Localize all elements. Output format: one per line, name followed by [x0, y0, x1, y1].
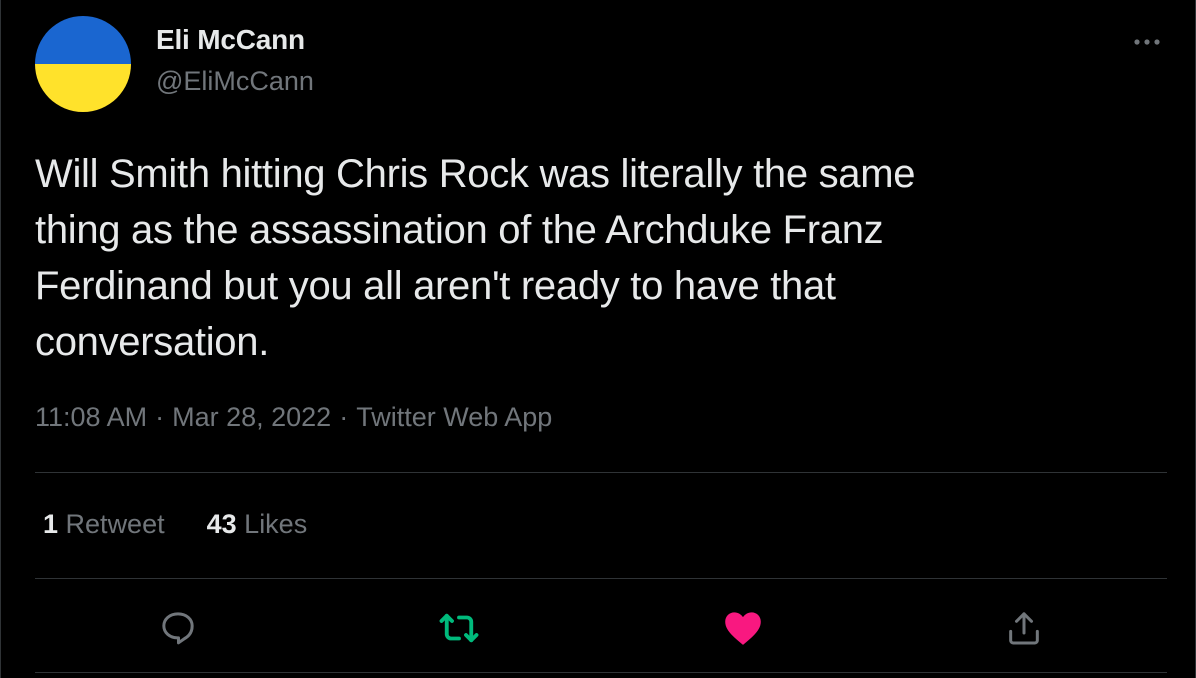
reply-icon: [162, 612, 194, 645]
like-button[interactable]: [719, 604, 767, 652]
tweet-source[interactable]: Twitter Web App: [356, 402, 552, 433]
heart-icon: [725, 612, 761, 645]
author-display-name[interactable]: Eli McCann: [156, 24, 305, 56]
author-handle[interactable]: @EliMcCann: [156, 66, 314, 97]
retweets-count: 1: [43, 509, 59, 539]
tweet-time[interactable]: 11:08 AM: [35, 402, 147, 433]
retweet-icon: [439, 613, 479, 643]
avatar[interactable]: [35, 16, 131, 112]
tweet-date[interactable]: Mar 28, 2022: [172, 402, 331, 433]
meta-separator: ·: [339, 402, 349, 432]
tweet-card: Eli McCann @EliMcCann Will Smith hitting…: [0, 0, 1196, 678]
likes-label: Likes: [244, 509, 308, 539]
divider: [35, 472, 1167, 473]
share-button[interactable]: [1000, 604, 1048, 652]
divider: [35, 578, 1167, 579]
retweets-label: Retweet: [65, 509, 165, 539]
share-icon: [1009, 612, 1039, 645]
retweets-stat[interactable]: 1 Retweet: [43, 509, 165, 540]
meta-separator: ·: [155, 402, 165, 432]
likes-stat[interactable]: 43 Likes: [207, 509, 308, 540]
more-options-icon[interactable]: [1127, 32, 1167, 52]
action-bar: [1, 600, 1196, 656]
flag-top-stripe: [35, 16, 131, 64]
flag-bottom-stripe: [35, 64, 131, 112]
tweet-meta: 11:08 AM · Mar 28, 2022 · Twitter Web Ap…: [35, 402, 552, 433]
tweet-stats: 1 Retweet 43 Likes: [43, 509, 307, 540]
reply-button[interactable]: [154, 604, 202, 652]
retweet-button[interactable]: [435, 604, 483, 652]
tweet-text: Will Smith hitting Chris Rock was litera…: [35, 152, 916, 364]
divider: [35, 672, 1167, 673]
likes-count: 43: [206, 509, 237, 539]
